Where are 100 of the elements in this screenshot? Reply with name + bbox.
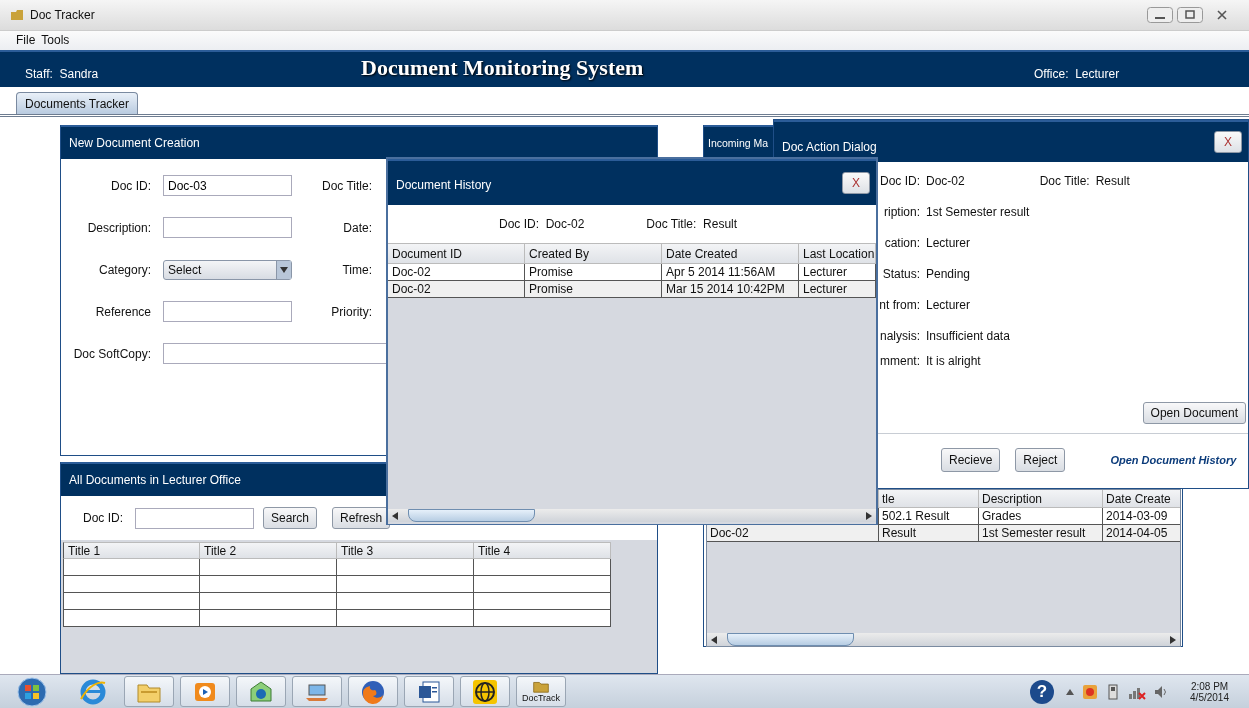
clock-time[interactable]: 2:08 PM bbox=[1190, 680, 1229, 692]
table-cell: 1st Semester result bbox=[979, 525, 1103, 543]
column-header[interactable]: Date Created bbox=[662, 244, 799, 265]
globe-e-icon bbox=[79, 678, 107, 705]
taskbar-app[interactable]: DocTrack bbox=[516, 676, 566, 708]
history-link[interactable]: Open Document History bbox=[1110, 454, 1241, 467]
field-value: Insufficient data bbox=[926, 329, 1010, 344]
table-cell: Grades bbox=[979, 508, 1103, 526]
table-cell: Apr 5 2014 11:56AM bbox=[662, 264, 799, 282]
search-field[interactable] bbox=[135, 507, 254, 529]
field-label: nalysis: bbox=[880, 329, 920, 344]
folder-icon bbox=[10, 8, 24, 21]
table-cell: Doc-02 bbox=[388, 264, 525, 282]
category-dropdown[interactable]: Select bbox=[163, 259, 292, 280]
field-label: Time: bbox=[341, 262, 372, 277]
table-cell: Promise bbox=[525, 281, 662, 299]
taskbar-app[interactable] bbox=[460, 676, 510, 708]
field-label: mment: bbox=[880, 354, 920, 369]
field-value: Result bbox=[1095, 174, 1130, 189]
column-header[interactable]: Title 2 bbox=[200, 542, 337, 560]
field-label: Doc SoftCopy: bbox=[72, 346, 151, 361]
staff-label: Staff: Sandra bbox=[24, 66, 100, 81]
field-value: Pending bbox=[926, 267, 971, 282]
field-label: ription: bbox=[883, 205, 920, 220]
column-header[interactable]: Last Location bbox=[799, 244, 876, 265]
input-field[interactable]: Doc-03 bbox=[163, 175, 292, 197]
close-button[interactable]: X bbox=[1214, 131, 1242, 154]
scroll-left-icon[interactable] bbox=[709, 635, 719, 644]
close-button[interactable]: X bbox=[842, 172, 870, 195]
dialog-title: Document History bbox=[396, 178, 492, 193]
table-cell: Promise bbox=[525, 264, 662, 282]
volume-icon[interactable] bbox=[1154, 684, 1169, 699]
action-button[interactable]: Search bbox=[263, 507, 318, 530]
taskbar-app[interactable] bbox=[404, 676, 454, 708]
field-value: Lecturer bbox=[926, 298, 971, 313]
maximize-icon[interactable] bbox=[1177, 6, 1203, 23]
table-cell: Result bbox=[879, 525, 979, 543]
field-label: Doc Title: bbox=[1039, 174, 1090, 189]
field-label: Status: bbox=[882, 267, 920, 282]
field-label: cation: bbox=[884, 236, 920, 251]
start-button[interactable] bbox=[14, 676, 50, 707]
input-field[interactable] bbox=[163, 301, 292, 323]
field-value: Lecturer bbox=[926, 236, 971, 251]
input-field[interactable] bbox=[163, 217, 292, 239]
column-header[interactable]: Document ID bbox=[388, 244, 525, 265]
doc-title-label: Doc Title: Result bbox=[646, 217, 738, 234]
office-label: Office: Lecturer bbox=[1034, 66, 1121, 81]
field-value: 1st Semester result bbox=[926, 205, 1030, 220]
field-label: Doc ID: bbox=[82, 511, 123, 526]
horizontal-scrollbar[interactable] bbox=[707, 633, 1180, 647]
field-label: nt from: bbox=[879, 298, 920, 313]
show-hidden-icons-icon[interactable] bbox=[1066, 688, 1075, 695]
column-header[interactable]: Title 4 bbox=[474, 542, 611, 560]
dialog-title: Doc Action Dialog bbox=[782, 140, 877, 155]
column-header[interactable]: Date Create bbox=[1103, 490, 1180, 509]
table-cell: 502.1 Result bbox=[879, 508, 979, 526]
field-label: Doc ID: bbox=[110, 178, 151, 193]
fox-globe-icon bbox=[359, 678, 387, 705]
column-header[interactable]: tle bbox=[879, 490, 979, 509]
folder-icon bbox=[532, 680, 550, 694]
action-button[interactable]: Recieve bbox=[941, 448, 1001, 473]
field-label: Category: bbox=[97, 262, 151, 277]
field-value: Doc-02 bbox=[926, 174, 965, 189]
caret-icon bbox=[280, 266, 288, 273]
field-label: Reference bbox=[94, 304, 151, 319]
horizontal-scrollbar[interactable] bbox=[388, 509, 876, 523]
clock-date[interactable]: 4/5/2014 bbox=[1190, 691, 1229, 703]
device-icon[interactable] bbox=[1106, 683, 1121, 700]
field-label: Description: bbox=[86, 220, 151, 235]
field-label: Date: bbox=[342, 220, 372, 235]
field-label: Doc ID: bbox=[880, 174, 920, 189]
column-header[interactable]: Created By bbox=[525, 244, 662, 265]
field-label: Priority: bbox=[330, 304, 372, 319]
minimize-icon[interactable] bbox=[1147, 6, 1173, 23]
field-value: It is alright bbox=[926, 354, 981, 369]
menu-item[interactable]: Tools bbox=[41, 33, 70, 48]
scroll-right-icon[interactable] bbox=[864, 511, 874, 520]
table-cell: Doc-02 bbox=[710, 526, 749, 541]
table-cell: Lecturer bbox=[799, 281, 876, 299]
table-cell: Lecturer bbox=[799, 264, 876, 282]
table-cell: Mar 15 2014 10:42PM bbox=[662, 281, 799, 299]
globe-icon bbox=[471, 678, 499, 705]
open-document-button[interactable]: Open Document bbox=[1142, 402, 1246, 425]
table-cell: 2014-03-09 bbox=[1103, 508, 1180, 526]
column-header[interactable]: Title 3 bbox=[337, 542, 474, 560]
column-header[interactable]: Title 1 bbox=[63, 542, 200, 560]
help-icon[interactable]: ? bbox=[1030, 679, 1055, 704]
action-button[interactable]: Refresh bbox=[332, 507, 391, 530]
scroll-left-icon[interactable] bbox=[390, 511, 400, 520]
panel-title: New Document Creation bbox=[61, 125, 657, 160]
column-header[interactable]: Description bbox=[979, 490, 1103, 509]
table-cell: 2014-04-05 bbox=[1103, 525, 1180, 543]
scroll-right-icon[interactable] bbox=[1168, 635, 1178, 644]
table-cell: Doc-02 bbox=[388, 281, 525, 299]
tab[interactable]: Documents Tracker bbox=[16, 92, 139, 115]
menu-item[interactable]: File bbox=[16, 33, 36, 48]
window-title: Doc Tracker bbox=[30, 7, 95, 22]
app-title: Document Monitoring System bbox=[361, 54, 644, 81]
action-button[interactable]: Reject bbox=[1015, 448, 1066, 473]
field-label: Doc Title: bbox=[321, 178, 372, 193]
